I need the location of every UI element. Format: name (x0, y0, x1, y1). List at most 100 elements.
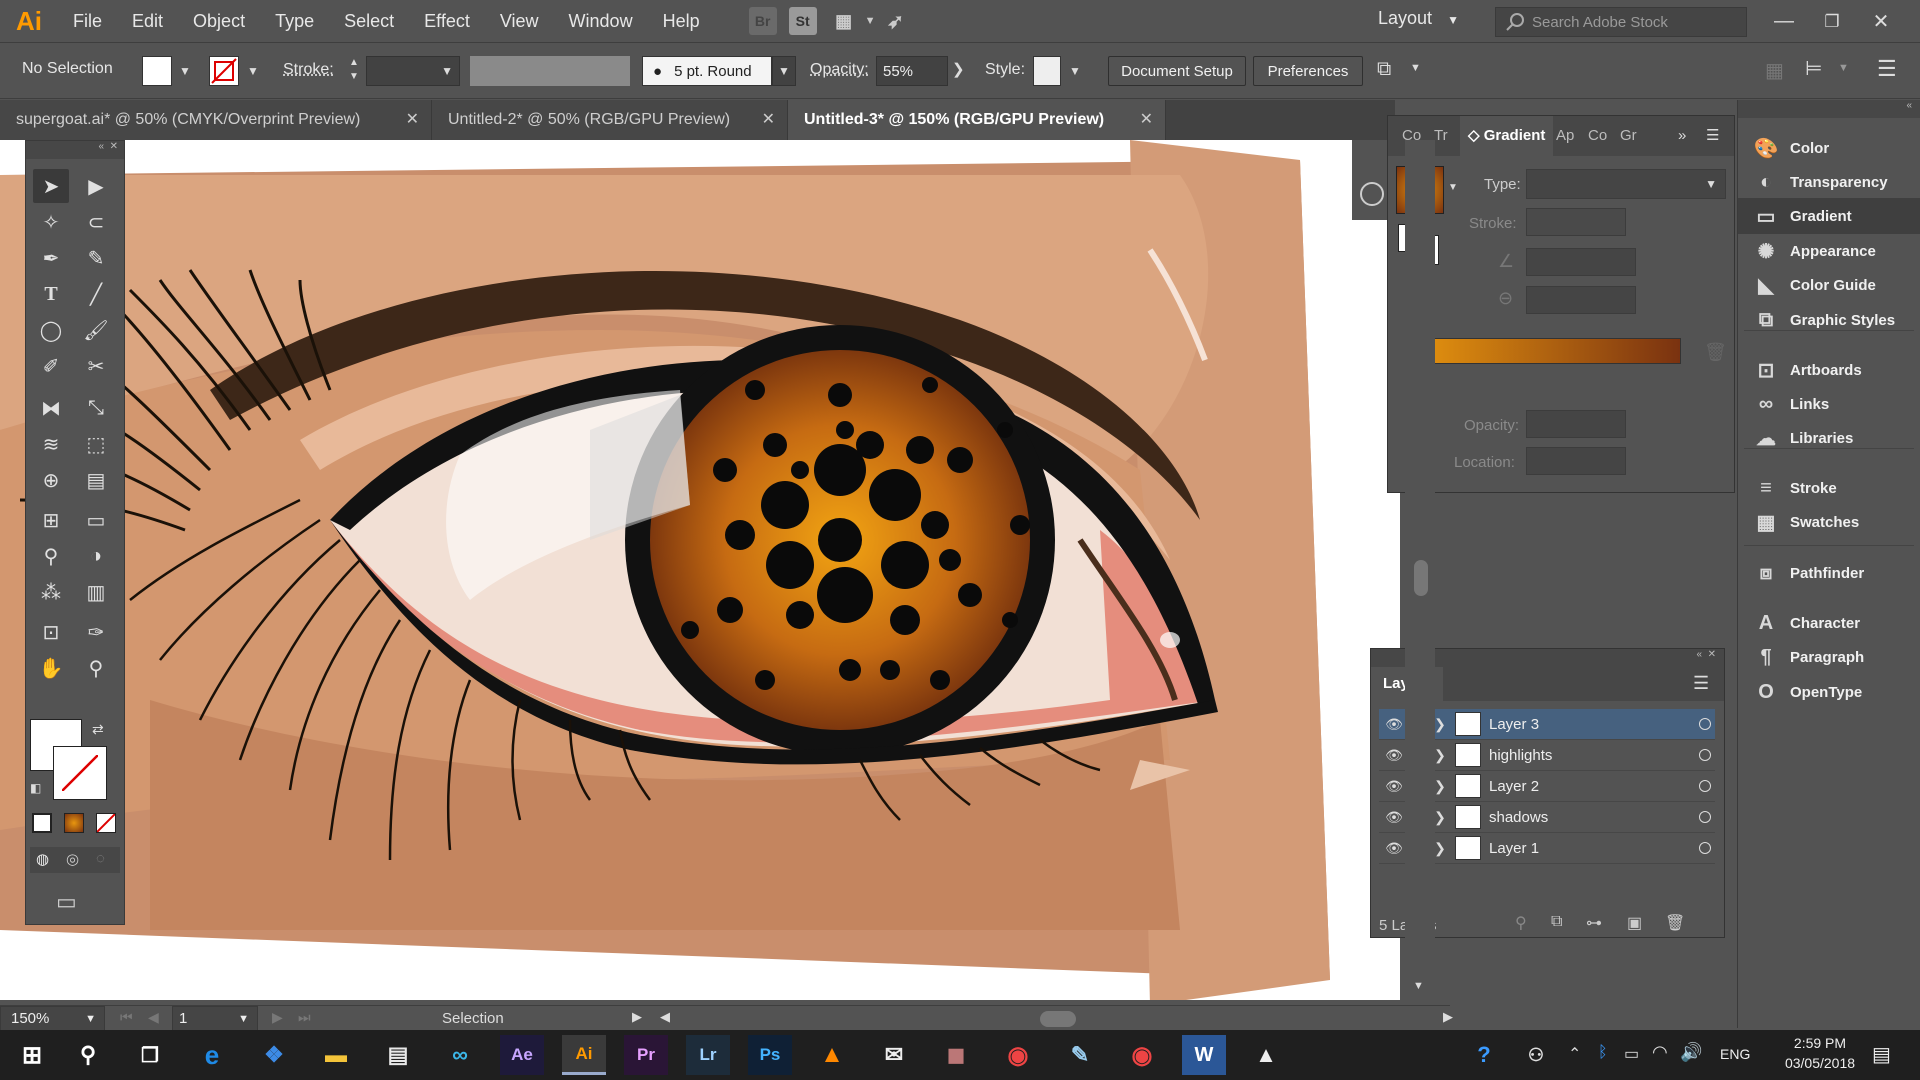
target-circle-icon[interactable] (1699, 749, 1711, 761)
vlc-icon[interactable]: ▲ (810, 1035, 854, 1075)
drawing-modes[interactable]: ◍ ◎ ◌ (30, 847, 120, 873)
free-transform-tool-icon[interactable]: ⬚ (78, 427, 114, 461)
graphic-style-swatch[interactable] (1033, 56, 1061, 86)
dock-collapse-bar[interactable]: « (1738, 100, 1920, 118)
arrange-documents-icon[interactable]: ▦ (829, 7, 859, 35)
tab-transparency[interactable]: Tr (1434, 116, 1448, 156)
paintbrush-tool-icon[interactable]: 🖌 (78, 313, 114, 347)
document-setup-button[interactable]: Document Setup (1108, 56, 1246, 86)
menu-view[interactable]: View (485, 0, 554, 43)
photos-icon[interactable]: ▲ (1244, 1035, 1288, 1075)
chevron-down-icon[interactable]: ▼ (865, 15, 876, 27)
target-circle-icon[interactable] (1699, 718, 1711, 730)
battery-icon[interactable]: ▭ (1624, 1044, 1639, 1064)
gradient-tool-icon[interactable]: ▭ (78, 503, 114, 537)
premiere-icon[interactable]: Pr (624, 1035, 668, 1075)
first-artboard-icon[interactable]: ⏮ (120, 1009, 133, 1026)
artboard-tool-icon[interactable]: ⊡ (33, 615, 69, 649)
volume-icon[interactable]: 🔊 (1680, 1042, 1702, 1063)
scissors-tool-icon[interactable]: ✂ (78, 349, 114, 383)
delete-layer-icon[interactable]: 🗑 (1665, 913, 1685, 933)
gradient-slider[interactable] (1406, 338, 1681, 364)
none-mode-icon[interactable] (96, 813, 116, 833)
chevron-down-icon[interactable]: ▼ (173, 56, 197, 86)
dock-item-color[interactable]: 🎨 Color (1738, 130, 1920, 166)
gradient-mode-icon[interactable] (64, 813, 84, 833)
perspective-grid-tool-icon[interactable]: ▤ (78, 463, 114, 497)
dock-item-gradient[interactable]: ▭ Gradient (1738, 198, 1920, 234)
dock-item-libraries[interactable]: ☁ Libraries (1738, 420, 1920, 456)
layer-name[interactable]: Layer 3 (1489, 716, 1639, 733)
infinity-icon[interactable]: ∞ (438, 1035, 482, 1075)
brush-icon[interactable] (1360, 182, 1384, 206)
dock-item-pathfinder[interactable]: ⧈ Pathfinder (1738, 555, 1920, 591)
lasso-tool-icon[interactable]: ⊂ (78, 205, 114, 239)
panel-menu-icon[interactable]: ☰ (1693, 673, 1709, 694)
color-mode-icon[interactable] (32, 813, 52, 833)
dock-item-opentype[interactable]: O OpenType (1738, 674, 1920, 710)
ellipse-tool-icon[interactable]: ◯ (33, 313, 69, 347)
word-icon[interactable]: W (1182, 1035, 1226, 1075)
file-explorer-icon[interactable]: ▬ (314, 1035, 358, 1075)
direct-selection-tool-icon[interactable]: ▶ (78, 169, 114, 203)
stroke-color-box[interactable] (53, 746, 107, 800)
tab-untitled-3[interactable]: Untitled-3* @ 150% (RGB/GPU Preview) ✕ (788, 100, 1166, 140)
symbol-sprayer-tool-icon[interactable]: ⁂ (33, 575, 69, 609)
dock-item-transparency[interactable]: ◐ Transparency (1738, 164, 1920, 200)
reflect-tool-icon[interactable]: ⧓ (33, 391, 69, 425)
opacity-input[interactable]: 55% (876, 56, 948, 86)
blend-tool-icon[interactable]: ◑ (78, 539, 114, 573)
scroll-left-icon[interactable]: ◀ (660, 1009, 670, 1025)
scroll-right-icon[interactable]: ▶ (1443, 1009, 1453, 1025)
photo-app-icon[interactable]: ◼ (934, 1035, 978, 1075)
vertical-scrollbar[interactable]: ▼ (1405, 140, 1435, 1005)
bridge-icon[interactable]: Br (748, 7, 777, 35)
last-artboard-icon[interactable]: ⏭ (298, 1009, 311, 1026)
draw-behind-icon[interactable]: ◎ (66, 850, 79, 868)
canvas-area[interactable] (0, 140, 1405, 1000)
stroke-weight-dropdown[interactable]: ▼ (366, 56, 460, 86)
variable-width-profile[interactable] (470, 56, 630, 86)
eyedropper-tool-icon[interactable]: ⚲ (33, 539, 69, 573)
close-icon[interactable]: ✕ (406, 100, 419, 140)
chevron-down-icon[interactable]: ▼ (772, 56, 796, 86)
chevron-up-icon[interactable]: ⌃ (1568, 1044, 1581, 1064)
eye-illustration[interactable] (0, 140, 1405, 1000)
artboard-number[interactable]: 1 ▼ (172, 1006, 258, 1032)
type-tool-icon[interactable]: T (33, 277, 69, 311)
after-effects-icon[interactable]: Ae (500, 1035, 544, 1075)
store-icon[interactable]: ▤ (376, 1035, 420, 1075)
stop-location-input[interactable] (1526, 447, 1626, 475)
scroll-down-icon[interactable]: ▼ (1413, 980, 1424, 992)
close-icon[interactable]: ✕ (1140, 100, 1153, 140)
dropbox-icon[interactable]: ❖ (252, 1035, 296, 1075)
menu-type[interactable]: Type (260, 0, 329, 43)
chevron-down-icon[interactable]: ▼ (1838, 62, 1849, 74)
lightroom-icon[interactable]: Lr (686, 1035, 730, 1075)
preferences-button[interactable]: Preferences (1253, 56, 1363, 86)
previous-artboard-icon[interactable]: ◀ (148, 1009, 159, 1026)
new-layer-icon[interactable]: ▣ (1627, 913, 1642, 933)
stroke-label[interactable]: Stroke: (283, 61, 334, 79)
task-view-icon[interactable]: ❐ (128, 1035, 172, 1075)
shape-builder-tool-icon[interactable]: ⊕ (33, 463, 69, 497)
stroke-weight-stepper[interactable]: ▲ ▼ (345, 56, 363, 86)
menu-effect[interactable]: Effect (409, 0, 485, 43)
dock-item-stroke[interactable]: ≡ Stroke (1738, 470, 1920, 506)
tab-untitled-2[interactable]: Untitled-2* @ 50% (RGB/GPU Preview) ✕ (432, 100, 788, 140)
next-artboard-icon[interactable]: ▶ (272, 1009, 283, 1026)
layer-name[interactable]: Layer 2 (1489, 778, 1639, 795)
clipping-mask-icon[interactable]: ⧉ (1551, 913, 1562, 931)
clock[interactable]: 2:59 PM 03/05/2018 (1780, 1035, 1860, 1071)
default-colors-icon[interactable]: ◧ (30, 781, 41, 795)
panel-collapse-bar[interactable]: « ✕ (26, 141, 124, 159)
dock-item-graphic-styles[interactable]: ⧉ Graphic Styles (1738, 302, 1920, 338)
slice-tool-icon[interactable]: ✑ (78, 615, 114, 649)
status-menu-icon[interactable]: ▶ (632, 1009, 642, 1025)
stroke-swatch[interactable] (209, 56, 239, 86)
pen-tool-icon[interactable]: ✒ (33, 241, 69, 275)
stop-opacity-input[interactable] (1526, 410, 1626, 438)
tab-graphic-styles[interactable]: Gr (1620, 116, 1637, 156)
menu-object[interactable]: Object (178, 0, 260, 43)
line-tool-icon[interactable]: ╱ (78, 277, 114, 311)
